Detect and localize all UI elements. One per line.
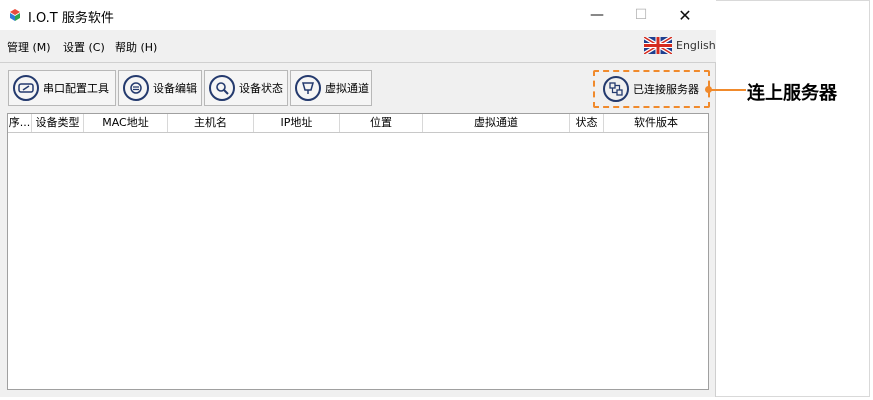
title-bar: I.O.T 服务软件 — ☐ ✕: [0, 0, 716, 30]
server-connection-button[interactable]: 已连接服务器: [593, 70, 710, 108]
maximize-button[interactable]: ☐: [619, 0, 663, 30]
menu-help[interactable]: 帮助 (H): [115, 39, 157, 55]
menu-manage[interactable]: 管理 (M): [7, 39, 51, 55]
col-device-type[interactable]: 设备类型: [32, 114, 84, 132]
toolbar-divider: [0, 62, 716, 63]
device-table: 序... 设备类型 MAC地址 主机名 IP地址 位置 虚拟通道 状态 软件版本: [7, 113, 709, 390]
device-edit-button[interactable]: 设备编辑: [118, 70, 202, 106]
menu-bar: 管理 (M) 设置 (C) 帮助 (H): [0, 30, 716, 62]
virtual-channel-label: 虚拟通道: [325, 82, 369, 95]
col-virtual-channel[interactable]: 虚拟通道: [423, 114, 570, 132]
col-mac-address[interactable]: MAC地址: [84, 114, 168, 132]
col-index[interactable]: 序...: [8, 114, 32, 132]
device-status-label: 设备状态: [239, 82, 283, 95]
col-ip-address[interactable]: IP地址: [254, 114, 340, 132]
serial-tool-icon: [13, 75, 39, 101]
server-connected-icon: [603, 76, 629, 102]
col-software-version[interactable]: 软件版本: [604, 114, 708, 132]
serial-config-tool-label: 串口配置工具: [43, 82, 109, 95]
device-edit-label: 设备编辑: [153, 82, 197, 95]
col-hostname[interactable]: 主机名: [168, 114, 254, 132]
device-edit-icon: [123, 75, 149, 101]
close-button[interactable]: ✕: [663, 0, 707, 30]
language-label: English: [676, 39, 716, 52]
virtual-channel-icon: [295, 75, 321, 101]
menu-settings[interactable]: 设置 (C): [63, 39, 105, 55]
callout-label: 连上服务器: [747, 83, 837, 104]
virtual-channel-button[interactable]: 虚拟通道: [290, 70, 372, 106]
server-connection-label: 已连接服务器: [633, 83, 699, 96]
table-header: 序... 设备类型 MAC地址 主机名 IP地址 位置 虚拟通道 状态 软件版本: [8, 114, 708, 133]
device-status-icon: [209, 75, 235, 101]
uk-flag-icon: [644, 37, 672, 54]
language-switch[interactable]: English: [644, 37, 716, 54]
col-location[interactable]: 位置: [340, 114, 423, 132]
window-title: I.O.T 服务软件: [28, 11, 114, 26]
callout-line: [710, 89, 746, 91]
serial-config-tool-button[interactable]: 串口配置工具: [8, 70, 116, 106]
minimize-button[interactable]: —: [575, 0, 619, 30]
col-status[interactable]: 状态: [570, 114, 604, 132]
app-logo-icon: [9, 9, 21, 21]
app-window: I.O.T 服务软件 — ☐ ✕ 管理 (M) 设置 (C) 帮助 (H) En…: [0, 0, 716, 397]
device-status-button[interactable]: 设备状态: [204, 70, 288, 106]
